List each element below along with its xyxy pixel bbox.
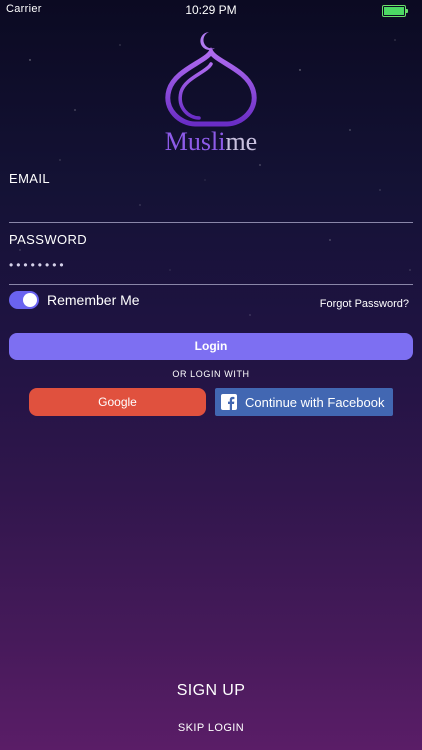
status-bar: Carrier 10:29 PM — [0, 0, 422, 20]
app-name-part2: me — [225, 127, 258, 156]
app-name-part1: Musli — [164, 127, 226, 156]
login-button[interactable]: Login — [9, 333, 413, 360]
battery-icon — [382, 5, 408, 17]
google-login-button[interactable]: Google — [29, 388, 206, 416]
or-login-with-label: OR LOGIN WITH — [172, 369, 250, 379]
password-label: PASSWORD — [9, 232, 88, 247]
battery-level — [384, 7, 404, 15]
sign-up-button[interactable]: SIGN UP — [0, 682, 422, 700]
password-field[interactable] — [9, 256, 413, 285]
mosque-dome-crescent-icon — [165, 32, 257, 127]
email-field[interactable] — [9, 194, 413, 223]
email-label: EMAIL — [9, 171, 51, 186]
remember-me-label: Remember Me — [47, 292, 140, 308]
remember-me-toggle[interactable] — [9, 291, 39, 309]
password-value: •••••••• — [9, 258, 67, 272]
app-name: Muslime — [0, 127, 422, 157]
toggle-knob — [23, 293, 37, 307]
facebook-icon — [221, 394, 237, 410]
facebook-login-button[interactable]: Continue with Facebook — [215, 388, 393, 416]
status-time: 10:29 PM — [185, 3, 237, 17]
skip-login-button[interactable]: SKIP LOGIN — [0, 722, 422, 734]
forgot-password-link[interactable]: Forgot Password? — [320, 298, 409, 310]
facebook-button-label: Continue with Facebook — [245, 395, 385, 410]
